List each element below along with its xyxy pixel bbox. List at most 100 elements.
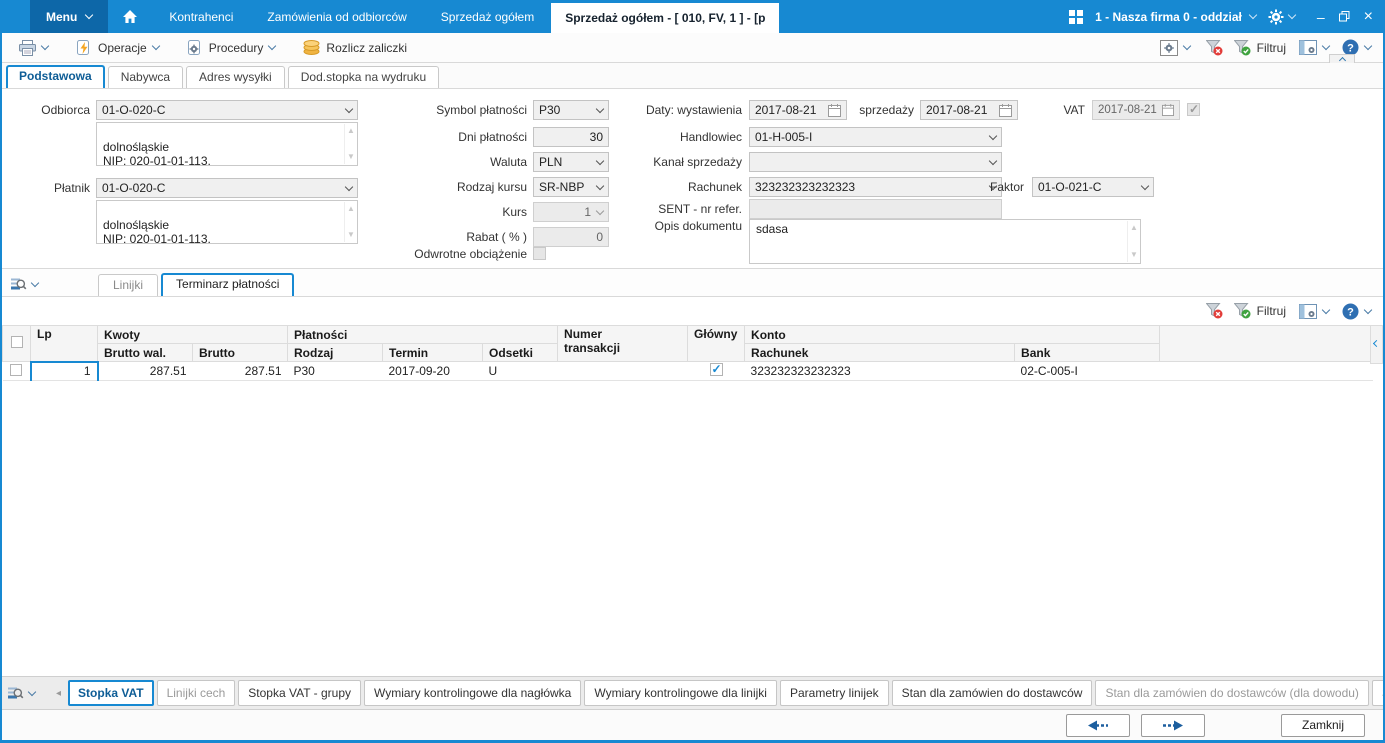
collapse-header-panel-button[interactable] bbox=[1329, 54, 1355, 65]
company-selector[interactable]: 1 - Nasza firma 0 - oddział bbox=[1095, 10, 1258, 24]
tab-zamowienia-od-odbiorcow[interactable]: Zamówienia od odbiorców bbox=[250, 0, 423, 33]
tab-wymiary-naglowka[interactable]: Wymiary kontrolingowe dla nagłówka bbox=[364, 680, 582, 706]
scrollbar[interactable]: ▲ ▼ bbox=[344, 124, 356, 164]
tab-adres-wysylki[interactable]: Adres wysyłki bbox=[186, 66, 285, 88]
settings-menu-button[interactable] bbox=[1268, 9, 1297, 25]
column-header-termin[interactable]: Termin bbox=[382, 343, 483, 362]
data-vat-input[interactable]: 2017-08-21 bbox=[1092, 100, 1180, 120]
waluta-combobox[interactable]: PLN bbox=[533, 152, 609, 172]
window-settings-button[interactable] bbox=[1153, 37, 1197, 59]
handlowiec-label: Handlowiec bbox=[679, 130, 742, 144]
gear-icon bbox=[1268, 9, 1284, 24]
column-header-rodzaj[interactable]: Rodzaj bbox=[287, 343, 383, 362]
odbiorca-address-box[interactable]: dolnośląskie NIP: 020-01-01-113, ul. Sty… bbox=[96, 122, 358, 166]
procedury-button[interactable]: Procedury bbox=[180, 37, 283, 59]
symbol-platnosci-combobox[interactable]: P30 bbox=[533, 100, 609, 120]
bottom-view-menu[interactable] bbox=[7, 685, 37, 701]
clear-filter-icon[interactable] bbox=[1205, 303, 1223, 319]
calendar-icon bbox=[999, 103, 1012, 117]
close-button[interactable]: × bbox=[1364, 8, 1373, 25]
cell-rodzaj: P30 bbox=[287, 361, 383, 381]
tab-stany-magazynowe[interactable]: Stany magazynowe bbox=[1371, 680, 1383, 706]
odwrotne-obciazenie-checkbox[interactable] bbox=[533, 247, 546, 260]
tab-sprzedaz-ogolem[interactable]: Sprzedaż ogółem bbox=[424, 0, 551, 33]
tab-stopka-vat[interactable]: Stopka VAT bbox=[68, 680, 154, 706]
kanal-sprzedazy-combobox[interactable] bbox=[749, 152, 1002, 172]
sent-input[interactable] bbox=[749, 199, 1002, 219]
data-sprzedazy-input[interactable]: 2017-08-21 bbox=[920, 100, 1018, 120]
tab-stopka-vat-grupy[interactable]: Stopka VAT - grupy bbox=[238, 680, 362, 706]
kurs-combobox[interactable]: 1 bbox=[533, 202, 609, 222]
window-controls: – × bbox=[1317, 8, 1377, 25]
scrollbar[interactable]: ▲ ▼ bbox=[344, 202, 356, 242]
arrow-right-icon bbox=[1163, 720, 1183, 730]
tab-nabywca[interactable]: Nabywca bbox=[107, 66, 184, 88]
tab-linijki[interactable]: Linijki bbox=[98, 274, 159, 296]
filter-button[interactable]: Filtruj bbox=[1232, 37, 1288, 59]
tab-stan-zamowien-dowod[interactable]: Stan dla zamówien do dostawców (dla dowo… bbox=[1095, 680, 1369, 706]
rodzaj-kursu-combobox[interactable]: SR-NBP bbox=[533, 177, 609, 197]
cell-lp-selected[interactable]: 1 bbox=[29, 360, 99, 381]
data-wystawienia-input[interactable]: 2017-08-21 bbox=[749, 100, 847, 120]
scroll-tabs-left-button[interactable]: ◂ bbox=[52, 688, 65, 699]
cell-brutto: 287.51 bbox=[192, 361, 288, 381]
apps-grid-icon[interactable] bbox=[1069, 9, 1084, 24]
handlowiec-combobox[interactable]: 01-H-005-I bbox=[749, 127, 1002, 147]
column-group-kwoty: Kwoty bbox=[97, 325, 288, 344]
column-header-odsetki[interactable]: Odsetki bbox=[481, 343, 559, 362]
zamknij-button[interactable]: Zamknij bbox=[1281, 713, 1365, 737]
tab-linijki-cech[interactable]: Linijki cech bbox=[156, 680, 236, 706]
operacje-button[interactable]: Operacje bbox=[69, 37, 166, 59]
tab-dod-stopka[interactable]: Dod.stopka na wydruku bbox=[287, 66, 440, 88]
rodzaj-kursu-label: Rodzaj kursu bbox=[456, 180, 527, 194]
cell-numer-transakcji bbox=[557, 361, 688, 381]
collapse-side-panel-button[interactable] bbox=[1370, 325, 1383, 364]
faktor-combobox[interactable]: 01-O-021-C bbox=[1032, 177, 1154, 197]
calendar-icon bbox=[828, 103, 841, 117]
row-select-checkbox[interactable] bbox=[10, 363, 22, 376]
dni-platnosci-input[interactable]: 30 bbox=[533, 127, 609, 147]
select-all-checkbox[interactable] bbox=[10, 336, 23, 348]
column-header-brutto[interactable]: Brutto bbox=[192, 343, 288, 362]
platnik-combobox[interactable]: 01-O-020-C bbox=[96, 178, 358, 198]
column-header-brutto-wal[interactable]: Brutto wal. bbox=[97, 343, 193, 362]
restore-button[interactable] bbox=[1338, 11, 1350, 22]
column-header-numer-transakcji[interactable]: Numer transakcji bbox=[557, 325, 689, 362]
document-gear-icon bbox=[187, 39, 200, 55]
filter-button[interactable]: Filtruj bbox=[1232, 301, 1288, 321]
tab-parametry-linijek[interactable]: Parametry linijek bbox=[779, 680, 889, 706]
help-button[interactable]: ? bbox=[1340, 301, 1373, 322]
minimize-button[interactable]: – bbox=[1317, 10, 1325, 24]
column-header-glowny[interactable]: Główny bbox=[687, 325, 746, 362]
svg-text:?: ? bbox=[1347, 43, 1354, 55]
tab-kontrahenci[interactable]: Kontrahenci bbox=[152, 0, 250, 33]
tab-terminarz-platnosci[interactable]: Terminarz płatności bbox=[161, 273, 295, 296]
glowny-checkbox[interactable] bbox=[709, 362, 723, 376]
column-header-lp[interactable]: Lp bbox=[30, 325, 98, 362]
table-row[interactable]: 1 287.51 287.51 P30 2017-09-20 U 3232323… bbox=[2, 360, 1373, 381]
column-header-rachunek[interactable]: Rachunek bbox=[744, 343, 1016, 362]
opis-dokumentu-textarea[interactable]: sdasa ▲ ▼ bbox=[749, 219, 1141, 264]
tab-wymiary-linijki[interactable]: Wymiary kontrolingowe dla linijki bbox=[584, 680, 777, 706]
tab-podstawowa[interactable]: Podstawowa bbox=[6, 65, 105, 88]
platnik-address-box[interactable]: dolnośląskie NIP: 020-01-01-113, ul. Sty… bbox=[96, 200, 358, 244]
print-button[interactable] bbox=[12, 37, 55, 59]
chevron-down-icon bbox=[1363, 41, 1373, 51]
previous-document-button[interactable] bbox=[1066, 713, 1130, 737]
filter-check-icon bbox=[1233, 303, 1251, 319]
rozlicz-zaliczki-button[interactable]: Rozlicz zaliczki bbox=[296, 37, 414, 58]
data-vat-checkbox[interactable] bbox=[1187, 102, 1200, 116]
next-document-button[interactable] bbox=[1141, 713, 1205, 737]
tab-active-document[interactable]: Sprzedaż ogółem - [ 010, FV, 1 ] - [p bbox=[551, 3, 780, 33]
column-header-bank[interactable]: Bank bbox=[1014, 343, 1161, 362]
tab-stan-zamowien[interactable]: Stan dla zamówien do dostawców bbox=[891, 680, 1093, 706]
rabat-input[interactable]: 0 bbox=[533, 227, 609, 247]
clear-filter-icon[interactable] bbox=[1205, 39, 1223, 56]
home-button[interactable] bbox=[108, 0, 152, 33]
grid-settings-button[interactable] bbox=[1297, 302, 1331, 321]
odbiorca-combobox[interactable]: 01-O-020-C bbox=[96, 100, 358, 120]
grid-settings-button[interactable] bbox=[1297, 37, 1331, 58]
grid-view-menu[interactable] bbox=[10, 276, 40, 292]
scrollbar[interactable]: ▲ ▼ bbox=[1127, 221, 1139, 262]
menu-button[interactable]: Menu bbox=[30, 0, 109, 33]
